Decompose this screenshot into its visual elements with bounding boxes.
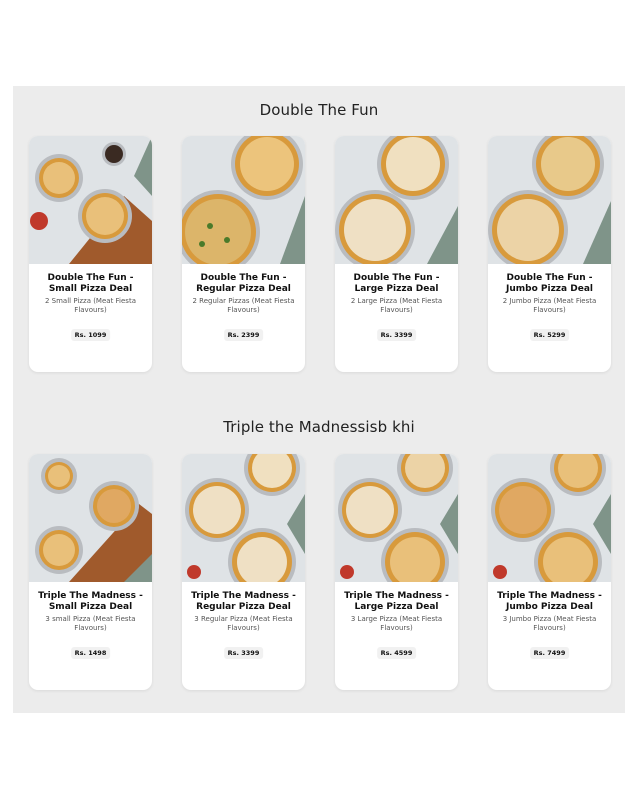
section-title-triple-the-madness: Triple the Madnessisb khi — [223, 418, 415, 436]
deal-card-double-jumbo[interactable]: Double The Fun - Jumbo Pizza Deal 2 Jumb… — [488, 136, 611, 372]
pizza-deal-image — [29, 454, 152, 582]
deal-price: Rs. 1498 — [70, 647, 111, 659]
deal-price: Rs. 3399 — [376, 329, 417, 341]
deal-card-triple-jumbo[interactable]: Triple The Madness - Jumbo Pizza Deal 3 … — [488, 454, 611, 690]
deal-name: Triple The Madness - Jumbo Pizza Deal — [497, 591, 602, 612]
deal-price: Rs. 4599 — [376, 647, 417, 659]
deal-description: 2 Large Pizza (Meat Fiesta Flavours) — [350, 297, 443, 314]
deal-description: 3 Regular Pizza (Meat Fiesta Flavours) — [194, 615, 293, 632]
deal-card-triple-regular[interactable]: Triple The Madness - Regular Pizza Deal … — [182, 454, 305, 690]
deal-description: 2 Regular Pizzas (Meat Fiesta Flavours) — [192, 297, 295, 314]
pizza-deal-image — [182, 136, 305, 264]
deal-description: 3 small Pizza (Meat Fiesta Flavours) — [45, 615, 136, 632]
deal-price: Rs. 2399 — [223, 329, 264, 341]
deal-name: Triple The Madness - Large Pizza Deal — [344, 591, 449, 612]
deal-description: 2 Small Pizza (Meat Fiesta Flavours) — [44, 297, 136, 314]
deal-card-double-small[interactable]: Double The Fun - Small Pizza Deal 2 Smal… — [29, 136, 152, 372]
deal-price: Rs. 5299 — [529, 329, 570, 341]
deal-name: Double The Fun - Large Pizza Deal — [353, 273, 440, 294]
deal-name: Double The Fun - Jumbo Pizza Deal — [506, 273, 593, 294]
deal-price: Rs. 1099 — [70, 329, 111, 341]
pizza-deal-image — [488, 136, 611, 264]
pizza-deal-image — [335, 454, 458, 582]
deal-card-double-regular[interactable]: Double The Fun - Regular Pizza Deal 2 Re… — [182, 136, 305, 372]
deal-name: Double The Fun - Small Pizza Deal — [47, 273, 134, 294]
deal-price: Rs. 3399 — [223, 647, 264, 659]
deal-description: 2 Jumbo Pizza (Meat Fiesta Flavours) — [502, 297, 597, 314]
deal-description: 3 Large Pizza (Meat Fiesta Flavours) — [350, 615, 443, 632]
deal-price: Rs. 7499 — [529, 647, 570, 659]
deal-card-double-large[interactable]: Double The Fun - Large Pizza Deal 2 Larg… — [335, 136, 458, 372]
deal-name: Triple The Madness - Regular Pizza Deal — [191, 591, 296, 612]
deal-description: 3 Jumbo Pizza (Meat Fiesta Flavours) — [502, 615, 597, 632]
deal-name: Double The Fun - Regular Pizza Deal — [196, 273, 291, 294]
deal-name: Triple The Madness - Small Pizza Deal — [38, 591, 143, 612]
pizza-deal-image — [488, 454, 611, 582]
pizza-deal-image — [182, 454, 305, 582]
deal-card-triple-small[interactable]: Triple The Madness - Small Pizza Deal 3 … — [29, 454, 152, 690]
pizza-deal-image — [29, 136, 152, 264]
pizza-deal-image — [335, 136, 458, 264]
deals-panel: Double The Fun Double The Fun - Small Pi… — [13, 86, 625, 713]
deal-card-triple-large[interactable]: Triple The Madness - Large Pizza Deal 3 … — [335, 454, 458, 690]
section-title-double-the-fun: Double The Fun — [259, 101, 379, 119]
